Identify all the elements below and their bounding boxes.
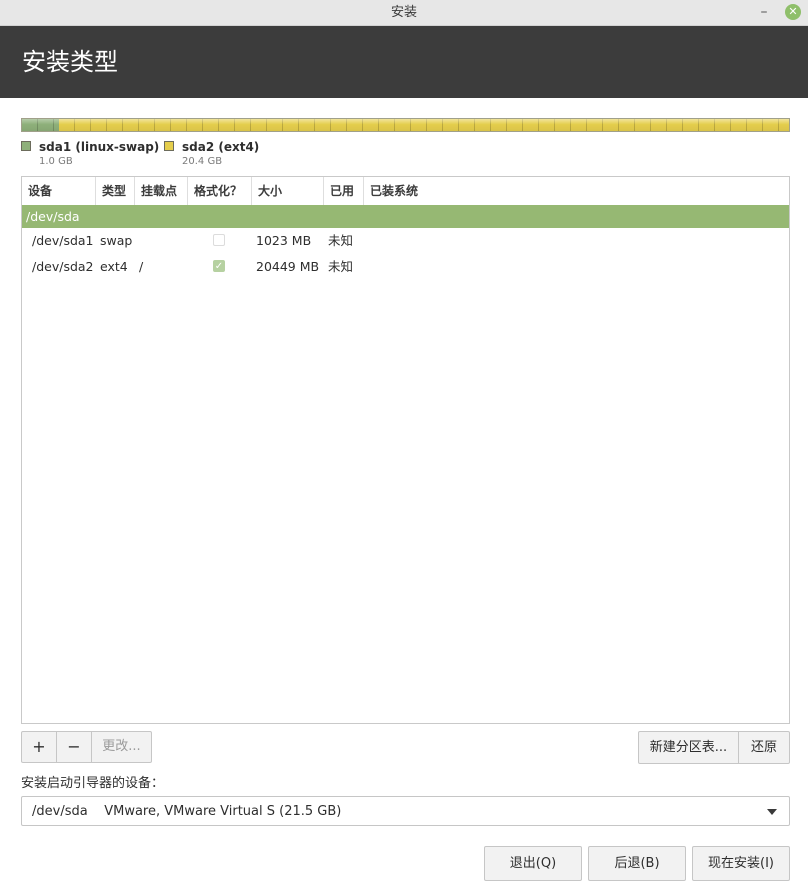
column-header-type[interactable]: 类型 bbox=[96, 177, 135, 205]
cell-size: 20449 MB bbox=[256, 259, 320, 274]
partition-segment-sda1 bbox=[22, 119, 59, 131]
install-now-button[interactable]: 现在安装(I) bbox=[692, 846, 790, 881]
legend-size: 1.0 GB bbox=[39, 156, 73, 167]
remove-partition-button[interactable]: − bbox=[56, 731, 92, 763]
format-checkbox-checked[interactable]: ✓ bbox=[213, 260, 225, 272]
change-partition-button[interactable]: 更改... bbox=[91, 731, 152, 763]
cell-device: /dev/sda2 bbox=[32, 259, 94, 274]
page-header: 安装类型 bbox=[0, 26, 808, 98]
table-header: 设备 类型 挂载点 格式化？ 大小 已用 已装系统 bbox=[22, 177, 789, 206]
cell-device: /dev/sda bbox=[26, 209, 80, 224]
table-row[interactable]: /dev/sda1 swap 1023 MB 未知 bbox=[22, 228, 789, 254]
chevron-down-icon bbox=[767, 809, 777, 815]
legend-name: sda2 (ext4) bbox=[182, 140, 260, 154]
cell-device: /dev/sda1 bbox=[32, 233, 94, 248]
legend-swatch-swap bbox=[21, 141, 31, 151]
legend-name: sda1 (linux-swap) bbox=[39, 140, 160, 154]
window-titlebar: 安装 – ✕ bbox=[0, 0, 808, 26]
legend-swatch-ext4 bbox=[164, 141, 174, 151]
page-title: 安装类型 bbox=[22, 48, 118, 76]
new-partition-table-button[interactable]: 新建分区表... bbox=[638, 731, 739, 764]
window-title: 安装 bbox=[390, 5, 417, 20]
revert-button[interactable]: 还原 bbox=[738, 731, 790, 764]
cell-type: ext4 bbox=[100, 259, 128, 274]
bootloader-device-select[interactable]: /dev/sda VMware, VMware Virtual S (21.5 … bbox=[21, 796, 790, 826]
add-partition-button[interactable]: + bbox=[21, 731, 57, 763]
bootloader-selected-value: /dev/sda VMware, VMware Virtual S (21.5 … bbox=[32, 804, 342, 819]
column-header-system[interactable]: 已装系统 bbox=[364, 177, 789, 205]
column-header-device[interactable]: 设备 bbox=[22, 177, 96, 205]
minimize-icon[interactable]: – bbox=[756, 2, 772, 22]
column-header-mount[interactable]: 挂载点 bbox=[135, 177, 188, 205]
table-row[interactable]: /dev/sda bbox=[22, 205, 789, 228]
column-header-size[interactable]: 大小 bbox=[252, 177, 324, 205]
cell-used: 未知 bbox=[328, 233, 354, 248]
table-row[interactable]: /dev/sda2 ext4 / ✓ 20449 MB 未知 bbox=[22, 254, 789, 280]
cell-size: 1023 MB bbox=[256, 233, 312, 248]
partition-table[interactable]: 设备 类型 挂载点 格式化？ 大小 已用 已装系统 /dev/sda /dev/… bbox=[21, 176, 790, 724]
format-checkbox[interactable] bbox=[213, 234, 225, 246]
quit-button[interactable]: 退出(Q) bbox=[484, 846, 582, 881]
cell-mount: / bbox=[139, 259, 144, 274]
partition-segment-sda2 bbox=[58, 119, 789, 131]
legend-size: 20.4 GB bbox=[182, 156, 223, 167]
close-icon[interactable]: ✕ bbox=[785, 4, 801, 20]
partition-bar bbox=[21, 118, 790, 132]
column-header-used[interactable]: 已用 bbox=[324, 177, 364, 205]
cell-type: swap bbox=[100, 233, 133, 248]
column-header-format[interactable]: 格式化？ bbox=[188, 177, 252, 205]
back-button[interactable]: 后退(B) bbox=[588, 846, 686, 881]
bootloader-label: 安装启动引导器的设备： bbox=[21, 776, 165, 791]
cell-used: 未知 bbox=[328, 259, 354, 274]
